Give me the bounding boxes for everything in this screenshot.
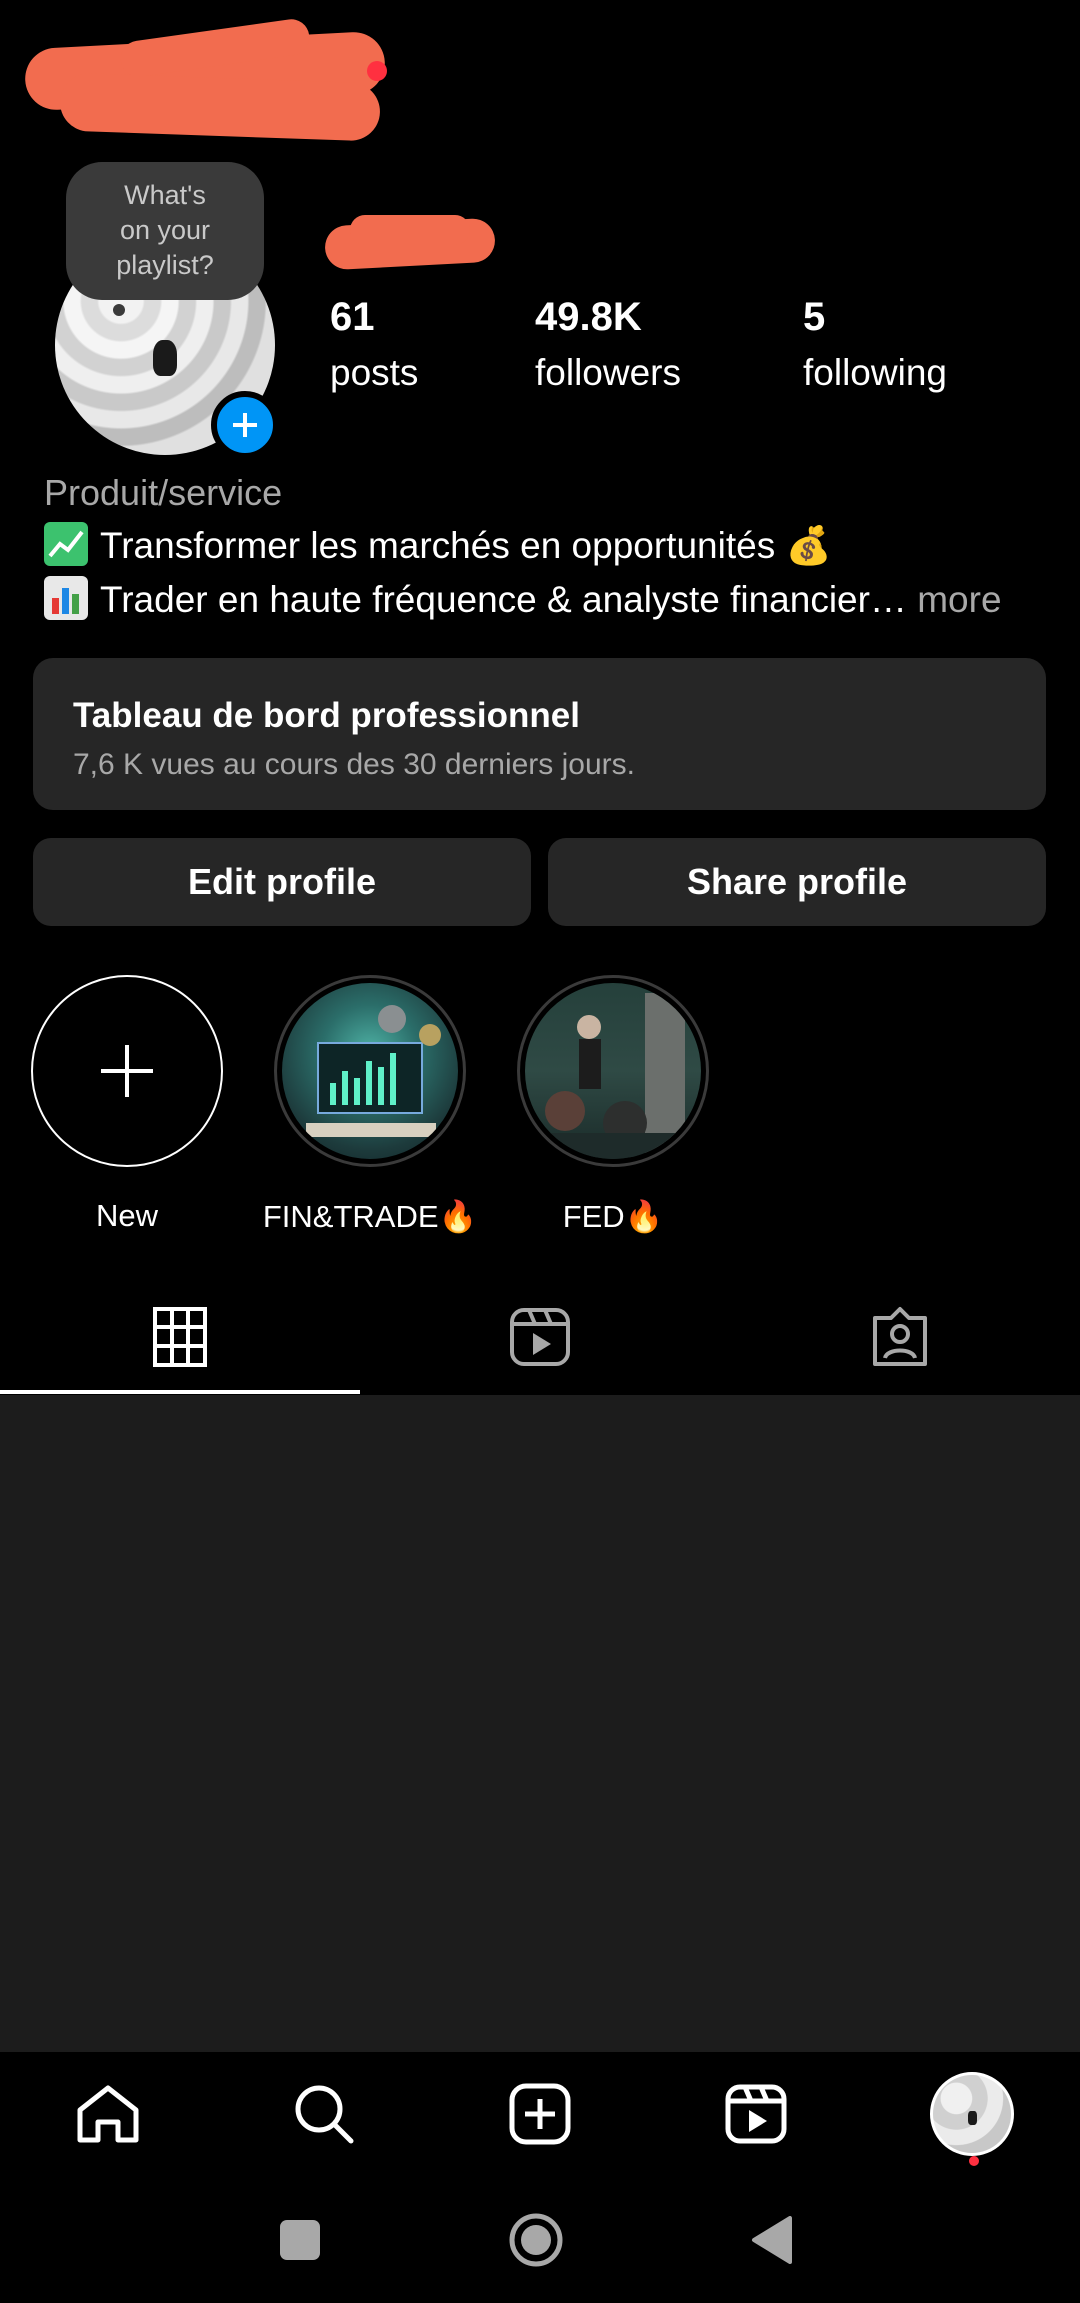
plus-icon bbox=[233, 413, 257, 437]
profile-tabs bbox=[0, 1280, 1080, 1394]
money-bag-icon: 💰 bbox=[785, 525, 832, 566]
highlight-new[interactable] bbox=[31, 975, 223, 1167]
notification-dot bbox=[367, 61, 387, 81]
posts-grid-area bbox=[0, 1395, 1080, 2052]
following-count: 5 bbox=[803, 295, 826, 339]
stat-followers[interactable]: 49.8K followers bbox=[535, 292, 681, 398]
chart-increasing-yen-icon bbox=[44, 522, 88, 566]
highlight-new-label: New bbox=[95, 1198, 158, 1233]
bubble-tail bbox=[113, 304, 125, 316]
search-icon bbox=[295, 2085, 354, 2144]
circle-home-icon bbox=[509, 2213, 563, 2266]
plus-icon bbox=[101, 1045, 153, 1097]
nav-home[interactable] bbox=[0, 2052, 216, 2176]
bio-more-link[interactable]: more bbox=[917, 579, 1001, 620]
dashboard-subtitle: 7,6 K vues au cours des 30 derniers jour… bbox=[73, 748, 635, 781]
nav-profile[interactable] bbox=[864, 2052, 1080, 2176]
bubble-line-2: on your bbox=[119, 215, 211, 245]
bio-line-1-text: Transformer les marchés en opportunités bbox=[100, 525, 776, 566]
posts-count: 61 bbox=[330, 295, 375, 339]
create-icon bbox=[509, 2083, 571, 2145]
profile-category: Produit/service bbox=[44, 472, 283, 513]
highlight-fed-label: FED🔥 bbox=[562, 1199, 664, 1234]
active-tab-indicator bbox=[0, 1390, 360, 1394]
bottom-navigation bbox=[0, 2052, 1080, 2176]
bio-line-1: Transformer les marchés en opportunités … bbox=[44, 522, 832, 568]
back-button[interactable] bbox=[712, 2176, 832, 2303]
bubble-line-1: What's bbox=[124, 180, 206, 210]
reels-icon bbox=[510, 1308, 570, 1366]
highlight-fin-trade-label: FIN&TRADE🔥 bbox=[262, 1199, 478, 1234]
tab-posts-grid[interactable] bbox=[0, 1280, 360, 1394]
home-system-button[interactable] bbox=[476, 2176, 596, 2303]
system-navigation-bar bbox=[0, 2176, 1080, 2303]
home-icon bbox=[77, 2085, 139, 2143]
followers-label: followers bbox=[535, 352, 681, 393]
nav-reels[interactable] bbox=[648, 2052, 864, 2176]
nav-create[interactable] bbox=[432, 2052, 648, 2176]
tab-reels[interactable] bbox=[360, 1280, 720, 1394]
square-icon bbox=[280, 2219, 320, 2260]
fed-cover bbox=[517, 975, 709, 1167]
profile-avatar-small bbox=[930, 2072, 1014, 2156]
bar-chart-icon bbox=[44, 576, 88, 620]
edit-profile-button[interactable]: Edit profile bbox=[33, 838, 531, 926]
nav-search[interactable] bbox=[216, 2052, 432, 2176]
professional-dashboard[interactable]: Tableau de bord professionnel 7,6 K vues… bbox=[33, 658, 1046, 810]
following-label: following bbox=[803, 352, 947, 393]
followers-count: 49.8K bbox=[535, 295, 642, 339]
add-story-button[interactable] bbox=[211, 391, 279, 459]
tagged-icon bbox=[873, 1307, 927, 1366]
back-triangle-icon bbox=[752, 2215, 792, 2264]
grid-icon bbox=[153, 1307, 207, 1367]
bubble-line-3: playlist? bbox=[116, 250, 214, 280]
fin-trade-cover bbox=[274, 975, 466, 1167]
bio-line-2: Trader en haute fréquence & analyste fin… bbox=[44, 576, 1002, 621]
bio-line-2-text: Trader en haute fréquence & analyste fin… bbox=[100, 579, 907, 620]
highlight-fed[interactable] bbox=[517, 975, 709, 1167]
stat-following[interactable]: 5 following bbox=[803, 292, 947, 398]
posts-label: posts bbox=[330, 352, 419, 393]
dashboard-title: Tableau de bord professionnel bbox=[73, 696, 580, 735]
share-profile-button[interactable]: Share profile bbox=[548, 838, 1046, 926]
profile-notification-dot bbox=[969, 2156, 979, 2166]
new-highlight-circle bbox=[31, 975, 223, 1167]
recents-button[interactable] bbox=[240, 2176, 360, 2303]
notes-bubble[interactable]: What's on your playlist? bbox=[66, 162, 264, 300]
highlight-fin-trade[interactable] bbox=[274, 975, 466, 1167]
reels-icon bbox=[725, 2084, 787, 2144]
tab-tagged[interactable] bbox=[720, 1280, 1080, 1394]
stat-posts[interactable]: 61 posts bbox=[330, 292, 418, 398]
